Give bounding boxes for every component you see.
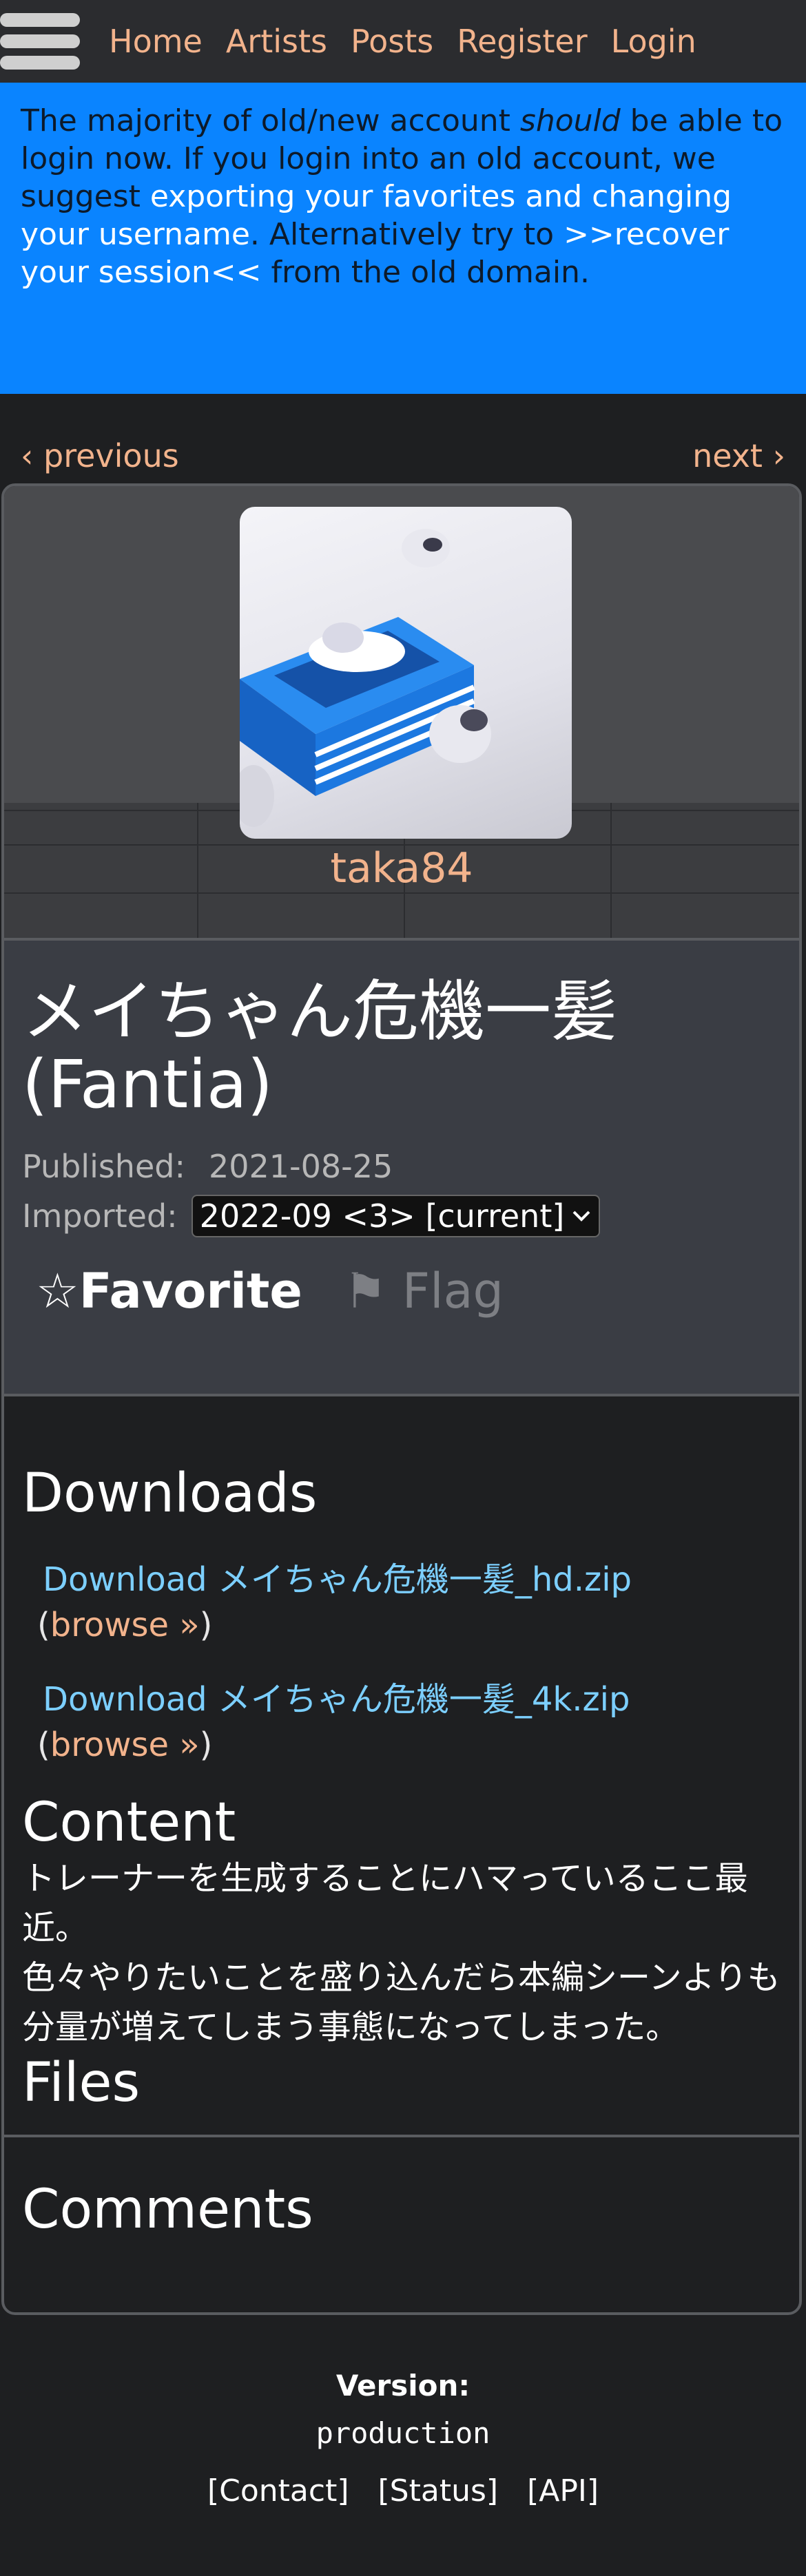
content-paragraph: トレーナーを生成することにハマっているここ最近。 (22, 1859, 748, 1947)
browse-link[interactable]: browse » (50, 1726, 200, 1764)
imported-label: Imported: (22, 1197, 178, 1235)
menu-bar (0, 13, 80, 27)
download-item: Download メイちゃん危機一髪_hd.zip (browse ») (22, 1552, 781, 1644)
nav-login[interactable]: Login (611, 0, 696, 83)
nav-posts[interactable]: Posts (351, 0, 433, 83)
menu-icon[interactable] (0, 0, 80, 83)
artist-avatar[interactable] (240, 507, 572, 839)
nav-register[interactable]: Register (457, 0, 587, 83)
download-item: Download メイちゃん危機一髪_4k.zip (browse ») (22, 1672, 781, 1764)
version-label: Version: (335, 2369, 471, 2402)
downloads-heading: Downloads (22, 1463, 318, 1525)
post-title: メイちゃん危機一髪(Fantia) (22, 973, 617, 1123)
nav-home[interactable]: Home (109, 0, 203, 83)
imported-row: Imported: 2022-09 <3> [current] (22, 1191, 781, 1241)
grid-line (4, 892, 799, 894)
menu-bars (0, 13, 80, 70)
announcement-banner: The majority of old/new account should b… (0, 83, 806, 394)
contact-link[interactable]: [Contact] (207, 2473, 349, 2509)
artist-header: taka84 (4, 486, 799, 941)
post-actions: ☆Favorite ⚑ Flag (22, 1263, 781, 1319)
import-version-value: 2022-09 <3> [current] (199, 1197, 565, 1235)
chevron-down-icon (572, 1211, 590, 1222)
post-info: メイちゃん危機一髪(Fantia) Published: 2021-08-25 … (4, 941, 799, 1396)
published-date: 2021-08-25 (208, 1148, 393, 1185)
post-body: Downloads Download メイちゃん危機一髪_hd.zip (bro… (4, 1396, 799, 2114)
favorite-button[interactable]: ☆Favorite (36, 1263, 302, 1319)
artist-name-link[interactable]: taka84 (4, 844, 799, 892)
files-heading: Files (22, 2052, 141, 2114)
next-link[interactable]: next › (692, 437, 785, 474)
menu-bar (0, 56, 80, 70)
post-content: トレーナーを生成することにハマっているここ最近。 色々やりたいことを盛り込んだら… (22, 1854, 781, 2052)
published-label: Published: (22, 1148, 185, 1185)
site-footer: Version: production [Contact] [Status] [… (0, 2369, 806, 2509)
top-nav: Home Artists Posts Register Login (0, 0, 806, 83)
footer-links: [Contact] [Status] [API] (0, 2473, 806, 2509)
post-meta: Published: 2021-08-25 Imported: 2022-09 … (22, 1142, 781, 1241)
banner-emphasis: should (519, 103, 621, 138)
banner-text: The majority of old/new account (21, 103, 520, 138)
comments-heading: Comments (22, 2179, 313, 2241)
browse-wrapper: (browse ») (37, 1606, 213, 1644)
banner-text: from the old domain. (261, 255, 590, 290)
published-row: Published: 2021-08-25 (22, 1142, 781, 1191)
version-value: production (316, 2416, 490, 2450)
tissue-box-illustration (240, 529, 491, 827)
download-link[interactable]: Download メイちゃん危機一髪_hd.zip (22, 1560, 632, 1599)
nav-links: Home Artists Posts Register Login (109, 0, 696, 83)
api-link[interactable]: [API] (527, 2473, 599, 2509)
import-version-select[interactable]: 2022-09 <3> [current] (191, 1195, 601, 1237)
content-heading: Content (22, 1792, 236, 1854)
previous-link[interactable]: ‹ previous (21, 437, 179, 474)
browse-link[interactable]: browse » (50, 1606, 200, 1644)
browse-wrapper: (browse ») (37, 1726, 213, 1764)
post-card: taka84 メイちゃん危機一髪(Fantia) Published: 2021… (1, 483, 802, 2315)
comments-section: Comments (4, 2137, 799, 2241)
status-link[interactable]: [Status] (378, 2473, 499, 2509)
content-paragraph: 色々やりたいことを盛り込んだら本編シーンよりも分量が増えてしまう事態になってしま… (22, 1958, 781, 2046)
banner-text: . Alternatively try to (249, 217, 564, 252)
download-link[interactable]: Download メイちゃん危機一髪_4k.zip (22, 1680, 630, 1719)
menu-bar (0, 34, 80, 48)
nav-artists[interactable]: Artists (226, 0, 327, 83)
flag-button[interactable]: ⚑ Flag (344, 1263, 504, 1319)
